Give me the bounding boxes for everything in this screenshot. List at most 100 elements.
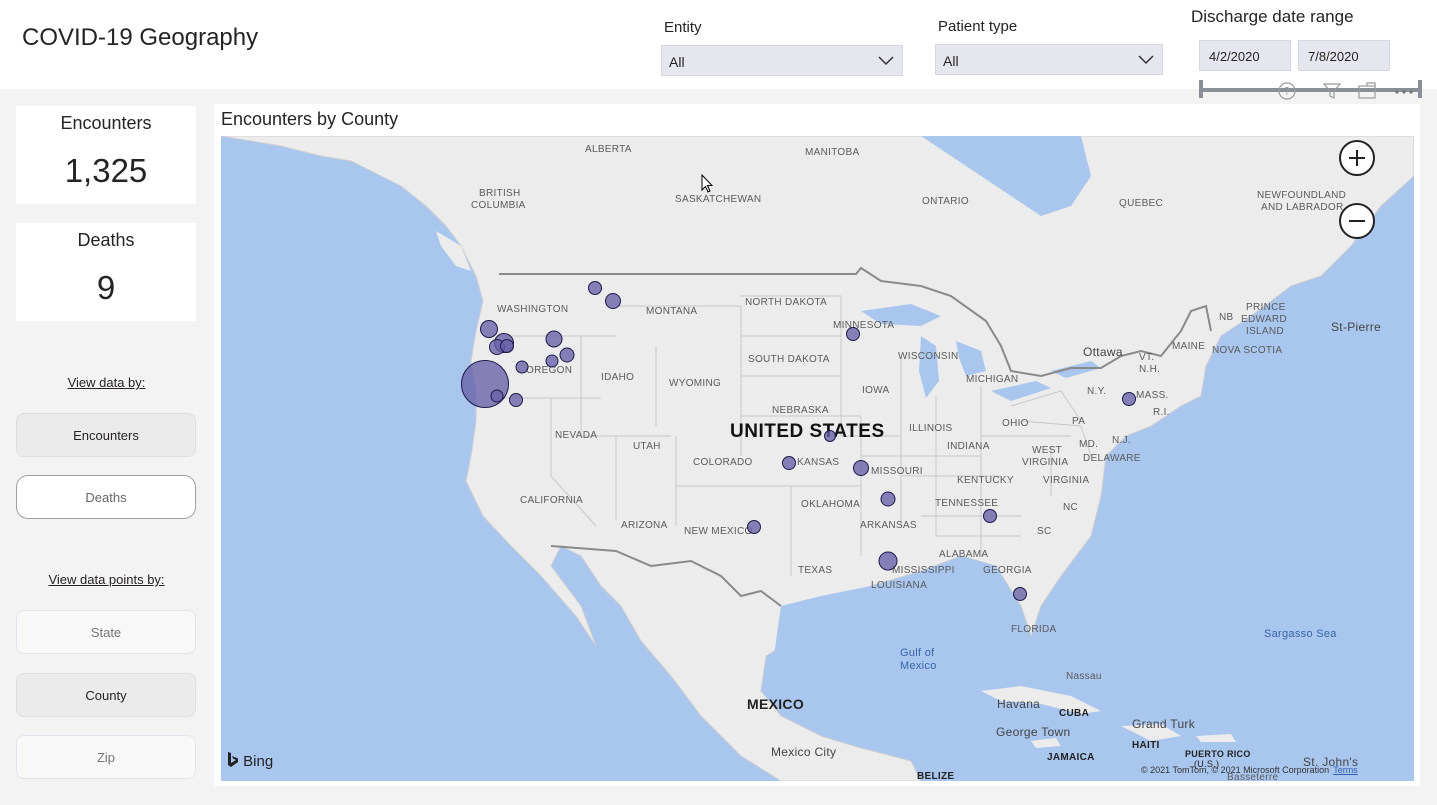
county-bubble[interactable] <box>747 520 761 534</box>
zip-button[interactable]: Zip <box>16 735 196 779</box>
county-bubble[interactable] <box>559 347 575 363</box>
map-label: BELIZE <box>917 771 955 781</box>
map-label: JAMAICA <box>1047 752 1095 763</box>
state-button[interactable]: State <box>16 610 196 654</box>
filter-icon[interactable] <box>1322 81 1342 106</box>
date-range-slider[interactable] <box>1201 88 1421 92</box>
county-bubble[interactable] <box>878 551 898 571</box>
deaths-card: Deaths 9 <box>16 223 196 321</box>
patient-type-label: Patient type <box>938 18 1018 35</box>
map-label: QUEBEC <box>1119 198 1164 209</box>
encounters-label: Encounters <box>60 113 152 133</box>
patient-type-dropdown[interactable]: All <box>935 44 1163 75</box>
county-bubble[interactable] <box>545 354 559 368</box>
county-bubble[interactable] <box>824 430 836 442</box>
county-bubble[interactable] <box>509 393 523 407</box>
map-label: VIRGINIA <box>1022 457 1069 468</box>
entity-dropdown[interactable]: All <box>661 45 903 76</box>
map-label: LOUISIANA <box>871 580 928 591</box>
encounters-button[interactable]: Encounters <box>16 413 196 457</box>
county-bubble[interactable] <box>515 360 529 374</box>
discharge-date-label: Discharge date range <box>1191 7 1354 26</box>
county-bubble[interactable] <box>605 293 621 309</box>
deaths-button[interactable]: Deaths <box>16 475 196 519</box>
map-label: NEWFOUNDLAND <box>1257 190 1347 201</box>
map-label: NB <box>1219 312 1234 323</box>
county-bubble[interactable] <box>500 339 514 353</box>
range-start-handle[interactable] <box>1199 80 1203 98</box>
county-bubble[interactable] <box>490 389 504 403</box>
map-label: ALABAMA <box>939 549 989 560</box>
chevron-down-icon <box>878 56 894 66</box>
county-bubble[interactable] <box>782 456 796 470</box>
map-label: INDIANA <box>947 441 990 452</box>
map-label: ISLAND <box>1246 326 1284 337</box>
map-label: VIRGINIA <box>1043 475 1090 486</box>
encounters-card: Encounters 1,325 <box>16 106 196 204</box>
map-label: KANSAS <box>797 457 840 468</box>
entity-value: All <box>669 54 685 70</box>
deaths-label: Deaths <box>77 230 135 250</box>
map-label: Sargasso Sea <box>1264 628 1337 640</box>
zoom-in-icon <box>1349 150 1365 166</box>
view-data-by-label: View data by: <box>67 375 146 390</box>
svg-text:?: ? <box>1284 85 1290 98</box>
map-label: NEVADA <box>555 430 598 441</box>
chevron-down-icon <box>1138 55 1154 65</box>
map-label: SASKATCHEWAN <box>675 194 762 205</box>
zoom-out-icon <box>1349 220 1365 222</box>
map-label: Nassau <box>1066 671 1102 682</box>
map-label: NEW MEXICO <box>684 526 753 537</box>
map-title: Encounters by County <box>221 109 399 129</box>
county-bubble[interactable] <box>983 509 997 523</box>
map-label: NORTH DAKOTA <box>745 297 828 308</box>
county-button[interactable]: County <box>16 673 196 717</box>
map-label: N.J. <box>1112 435 1131 446</box>
map-label: VT. <box>1139 352 1155 363</box>
county-bubble[interactable] <box>588 281 602 295</box>
bing-label: Bing <box>243 753 274 770</box>
map-label: Grand Turk <box>1132 717 1196 731</box>
help-icon[interactable]: ? <box>1277 81 1297 106</box>
range-end-handle[interactable] <box>1418 80 1422 98</box>
county-bubble[interactable] <box>480 320 498 338</box>
terms-link[interactable]: Terms <box>1333 765 1358 775</box>
end-date-input[interactable]: 7/8/2020 <box>1298 40 1390 71</box>
map-label: MASS. <box>1136 390 1169 401</box>
focus-mode-icon[interactable] <box>1357 81 1377 106</box>
view-data-points-by-label: View data points by: <box>48 572 165 587</box>
map-canvas[interactable]: ALBERTA MANITOBA BRITISH COLUMBIA SASKAT… <box>221 136 1414 781</box>
map-label: N.Y. <box>1087 386 1107 397</box>
map-label: SOUTH DAKOTA <box>748 354 830 365</box>
county-bubble[interactable] <box>846 327 860 341</box>
map-label: CUBA <box>1059 708 1090 719</box>
map-label: ALBERTA <box>585 144 632 155</box>
county-bubble[interactable] <box>545 330 563 348</box>
deaths-value: 9 <box>96 269 116 306</box>
map-label: MD. <box>1079 439 1099 450</box>
map-label: OHIO <box>1002 418 1029 429</box>
zoom-in-button[interactable] <box>1339 140 1375 176</box>
county-bubble[interactable] <box>1013 587 1027 601</box>
county-bubble[interactable] <box>461 360 509 408</box>
bing-logo: Bing <box>227 752 273 770</box>
more-options-icon[interactable] <box>1393 81 1415 106</box>
map-label: George Town <box>996 725 1071 739</box>
map-label: MICHIGAN <box>966 374 1019 385</box>
start-date-input[interactable]: 4/2/2020 <box>1199 40 1291 71</box>
map-label: NC <box>1063 502 1079 513</box>
map-label: PA <box>1072 416 1086 427</box>
map-label: BRITISH <box>479 188 521 199</box>
county-bubble[interactable] <box>853 460 869 476</box>
map-label: NOVA SCOTIA <box>1212 345 1283 356</box>
map-label: WEST <box>1032 445 1063 456</box>
zoom-out-button[interactable] <box>1339 203 1375 239</box>
copyright-text: © 2021 TomTom, © 2021 Microsoft Corporat… <box>1141 765 1330 775</box>
page-title: COVID-19 Geography <box>22 24 259 51</box>
county-bubble[interactable] <box>1122 392 1136 406</box>
map-label: MEXICO <box>747 696 805 712</box>
bing-logo-icon <box>228 752 238 767</box>
cursor-icon <box>701 174 714 193</box>
county-bubble[interactable] <box>880 491 896 507</box>
map-label: COLUMBIA <box>471 200 526 211</box>
